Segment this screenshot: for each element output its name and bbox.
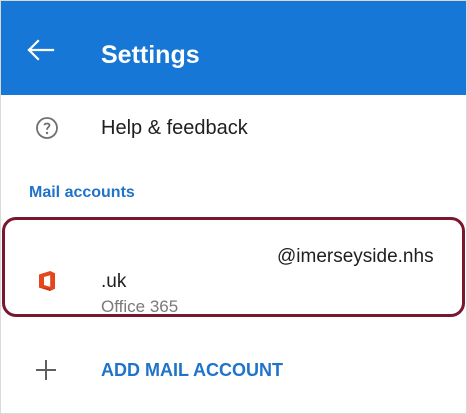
- help-circle-icon: [36, 117, 58, 139]
- mail-account-item[interactable]: @imerseyside.nhs .uk Office 365: [1, 220, 466, 316]
- mail-accounts-header: Mail accounts: [29, 184, 135, 201]
- page-title: Settings: [101, 41, 200, 69]
- app-bar: Settings: [1, 1, 466, 95]
- account-type: Office 365: [101, 297, 179, 316]
- back-button[interactable]: [25, 37, 55, 63]
- account-domain: .uk: [101, 271, 127, 292]
- add-mail-account-button[interactable]: ADD MAIL ACCOUNT: [1, 341, 466, 397]
- help-feedback-item[interactable]: Help & feedback: [1, 96, 466, 160]
- arrow-left-icon: [27, 39, 55, 61]
- add-mail-account-label: ADD MAIL ACCOUNT: [101, 360, 283, 380]
- account-email: @imerseyside.nhs: [277, 246, 434, 267]
- office-365-icon: [39, 271, 55, 291]
- plus-icon: [36, 360, 56, 380]
- settings-screen: Settings Help & feedback Mail accounts @…: [0, 0, 467, 414]
- help-feedback-label: Help & feedback: [101, 117, 248, 139]
